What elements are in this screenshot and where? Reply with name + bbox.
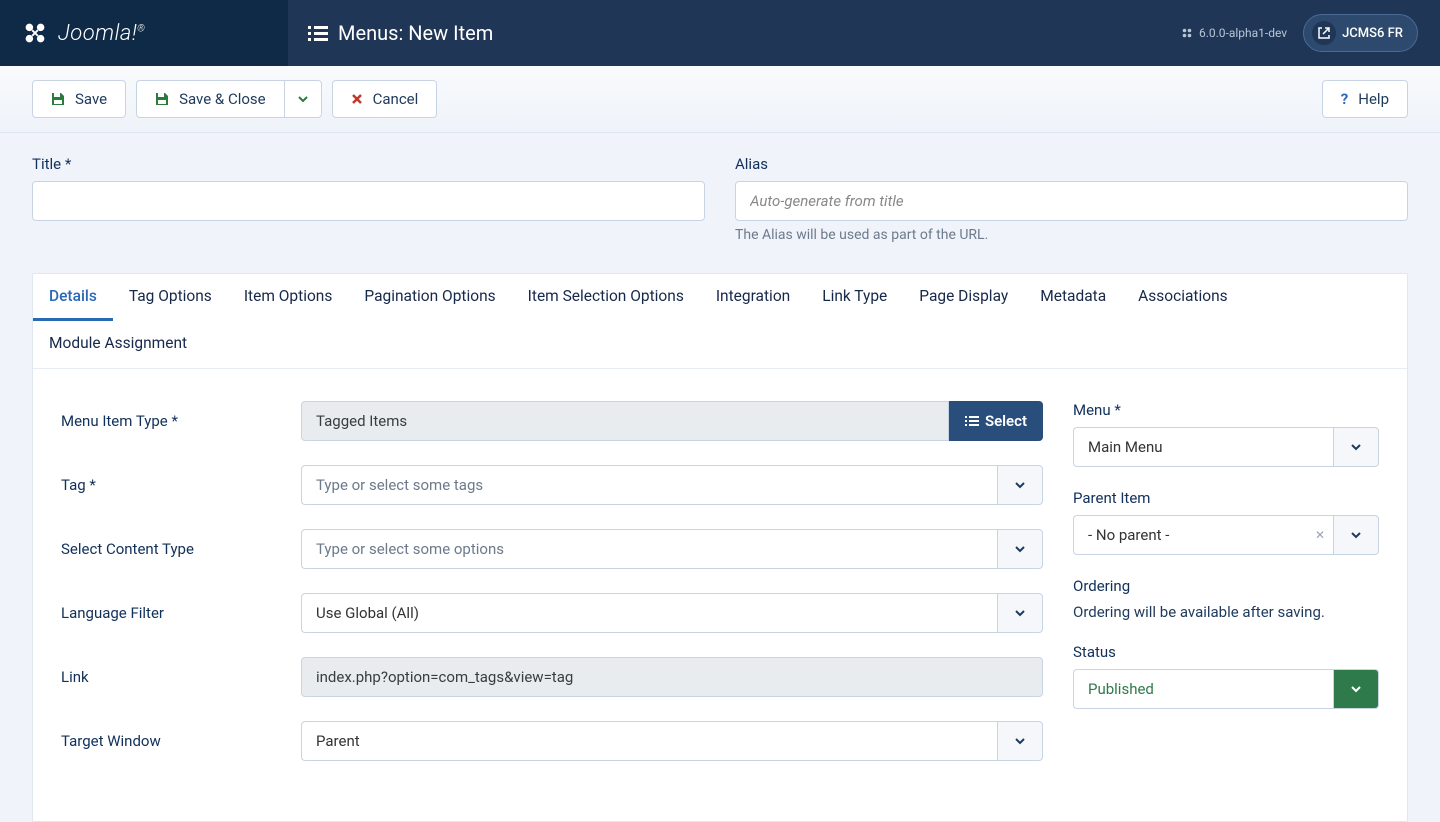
content-type-dropdown-button[interactable]: [997, 529, 1043, 569]
target-window-label: Target Window: [61, 732, 301, 750]
language-filter-dropdown-button[interactable]: [997, 593, 1043, 633]
user-badge-text: JCMS6 FR: [1342, 26, 1403, 41]
details-side: Menu * Parent Item ✕: [1073, 401, 1379, 761]
tab-associations[interactable]: Associations: [1122, 274, 1244, 321]
status-value[interactable]: [1073, 669, 1333, 709]
select-menu-item-type-button[interactable]: Select: [949, 401, 1043, 441]
close-icon: [351, 93, 363, 105]
alias-label: Alias: [735, 155, 1408, 173]
tab-item-selection-options[interactable]: Item Selection Options: [512, 274, 700, 321]
header-right: 6.0.0-alpha1-dev JCMS6 FR: [1159, 0, 1440, 66]
target-window-value[interactable]: [301, 721, 997, 761]
clear-parent-button[interactable]: ✕: [1315, 528, 1325, 542]
tab-row: Details Tag Options Item Options Paginat…: [33, 274, 1407, 369]
tab-link-type[interactable]: Link Type: [806, 274, 903, 321]
user-badge[interactable]: JCMS6 FR: [1303, 14, 1418, 52]
parent-item-value[interactable]: [1073, 515, 1333, 555]
title-area: Menus: New Item: [288, 0, 1159, 66]
save-icon: [155, 92, 169, 106]
brand-area: Joomla!®: [0, 0, 288, 66]
tab-metadata[interactable]: Metadata: [1024, 274, 1122, 321]
ordering-label: Ordering: [1073, 577, 1379, 595]
save-dropdown-button[interactable]: [284, 80, 322, 118]
chevron-down-icon: [1013, 606, 1027, 620]
version-text: 6.0.0-alpha1-dev: [1199, 26, 1287, 40]
tab-integration[interactable]: Integration: [700, 274, 806, 321]
parent-item-label: Parent Item: [1073, 489, 1379, 507]
save-icon: [51, 92, 65, 106]
joomla-icon: [20, 18, 50, 48]
link-value: [301, 657, 1043, 697]
menu-dropdown-button[interactable]: [1333, 427, 1379, 467]
chevron-down-icon: [1013, 542, 1027, 556]
content-type-input[interactable]: [301, 529, 997, 569]
save-close-group: Save & Close: [136, 80, 322, 118]
brand-name: Joomla!®: [58, 21, 145, 46]
tab-details[interactable]: Details: [33, 274, 113, 321]
page-title: Menus: New Item: [308, 21, 493, 45]
cancel-label: Cancel: [373, 90, 419, 108]
tag-label: Tag *: [61, 476, 301, 494]
save-button[interactable]: Save: [32, 80, 126, 118]
toolbar: Save Save & Close Cancel ? Help: [0, 66, 1440, 133]
tab-body: Menu Item Type * Select Tag *: [33, 369, 1407, 821]
status-dropdown-button[interactable]: [1333, 669, 1379, 709]
chevron-down-icon: [1349, 440, 1363, 454]
menu-label: Menu *: [1073, 401, 1379, 419]
chevron-down-icon: [1013, 478, 1027, 492]
tab-module-assignment[interactable]: Module Assignment: [33, 321, 203, 368]
header: Joomla!® Menus: New Item 6.0.0-alpha1-de…: [0, 0, 1440, 66]
tag-input[interactable]: [301, 465, 997, 505]
chevron-down-icon: [1013, 734, 1027, 748]
tab-container: Details Tag Options Item Options Paginat…: [32, 273, 1408, 822]
tab-pagination-options[interactable]: Pagination Options: [348, 274, 511, 321]
title-label: Title *: [32, 155, 705, 173]
tab-page-display[interactable]: Page Display: [903, 274, 1024, 321]
target-window-dropdown-button[interactable]: [997, 721, 1043, 761]
alias-help-text: The Alias will be used as part of the UR…: [735, 227, 1408, 243]
external-link-icon: [1312, 21, 1336, 45]
language-filter-value[interactable]: [301, 593, 997, 633]
parent-item-dropdown-button[interactable]: [1333, 515, 1379, 555]
chevron-down-icon: [1349, 682, 1363, 696]
tab-item-options[interactable]: Item Options: [228, 274, 349, 321]
content-type-label: Select Content Type: [61, 540, 301, 558]
chevron-down-icon: [1349, 528, 1363, 542]
title-input[interactable]: [32, 181, 705, 221]
chevron-down-icon: [297, 93, 309, 105]
tab-tag-options[interactable]: Tag Options: [113, 274, 228, 321]
help-label: Help: [1358, 90, 1389, 108]
tag-dropdown-button[interactable]: [997, 465, 1043, 505]
status-label: Status: [1073, 643, 1379, 661]
title-section: Title * Alias The Alias will be used as …: [0, 133, 1440, 253]
help-icon: ?: [1341, 90, 1348, 108]
menu-value[interactable]: [1073, 427, 1333, 467]
help-button[interactable]: ? Help: [1322, 80, 1408, 118]
save-close-label: Save & Close: [179, 90, 266, 108]
save-close-button[interactable]: Save & Close: [136, 80, 284, 118]
alias-input[interactable]: [735, 181, 1408, 221]
brand-logo[interactable]: Joomla!®: [20, 18, 145, 48]
menu-item-type-value: [301, 401, 949, 441]
language-filter-label: Language Filter: [61, 604, 301, 622]
page-title-text: Menus: New Item: [338, 21, 493, 45]
menu-item-type-label: Menu Item Type *: [61, 412, 301, 430]
list-icon: [965, 414, 979, 428]
version-badge[interactable]: 6.0.0-alpha1-dev: [1181, 26, 1287, 40]
list-icon: [308, 23, 328, 43]
select-label: Select: [985, 412, 1027, 430]
link-label: Link: [61, 668, 301, 686]
cancel-button[interactable]: Cancel: [332, 80, 438, 118]
save-label: Save: [75, 90, 107, 108]
details-main: Menu Item Type * Select Tag *: [61, 401, 1043, 761]
joomla-small-icon: [1181, 27, 1193, 39]
ordering-text: Ordering will be available after saving.: [1073, 603, 1379, 621]
